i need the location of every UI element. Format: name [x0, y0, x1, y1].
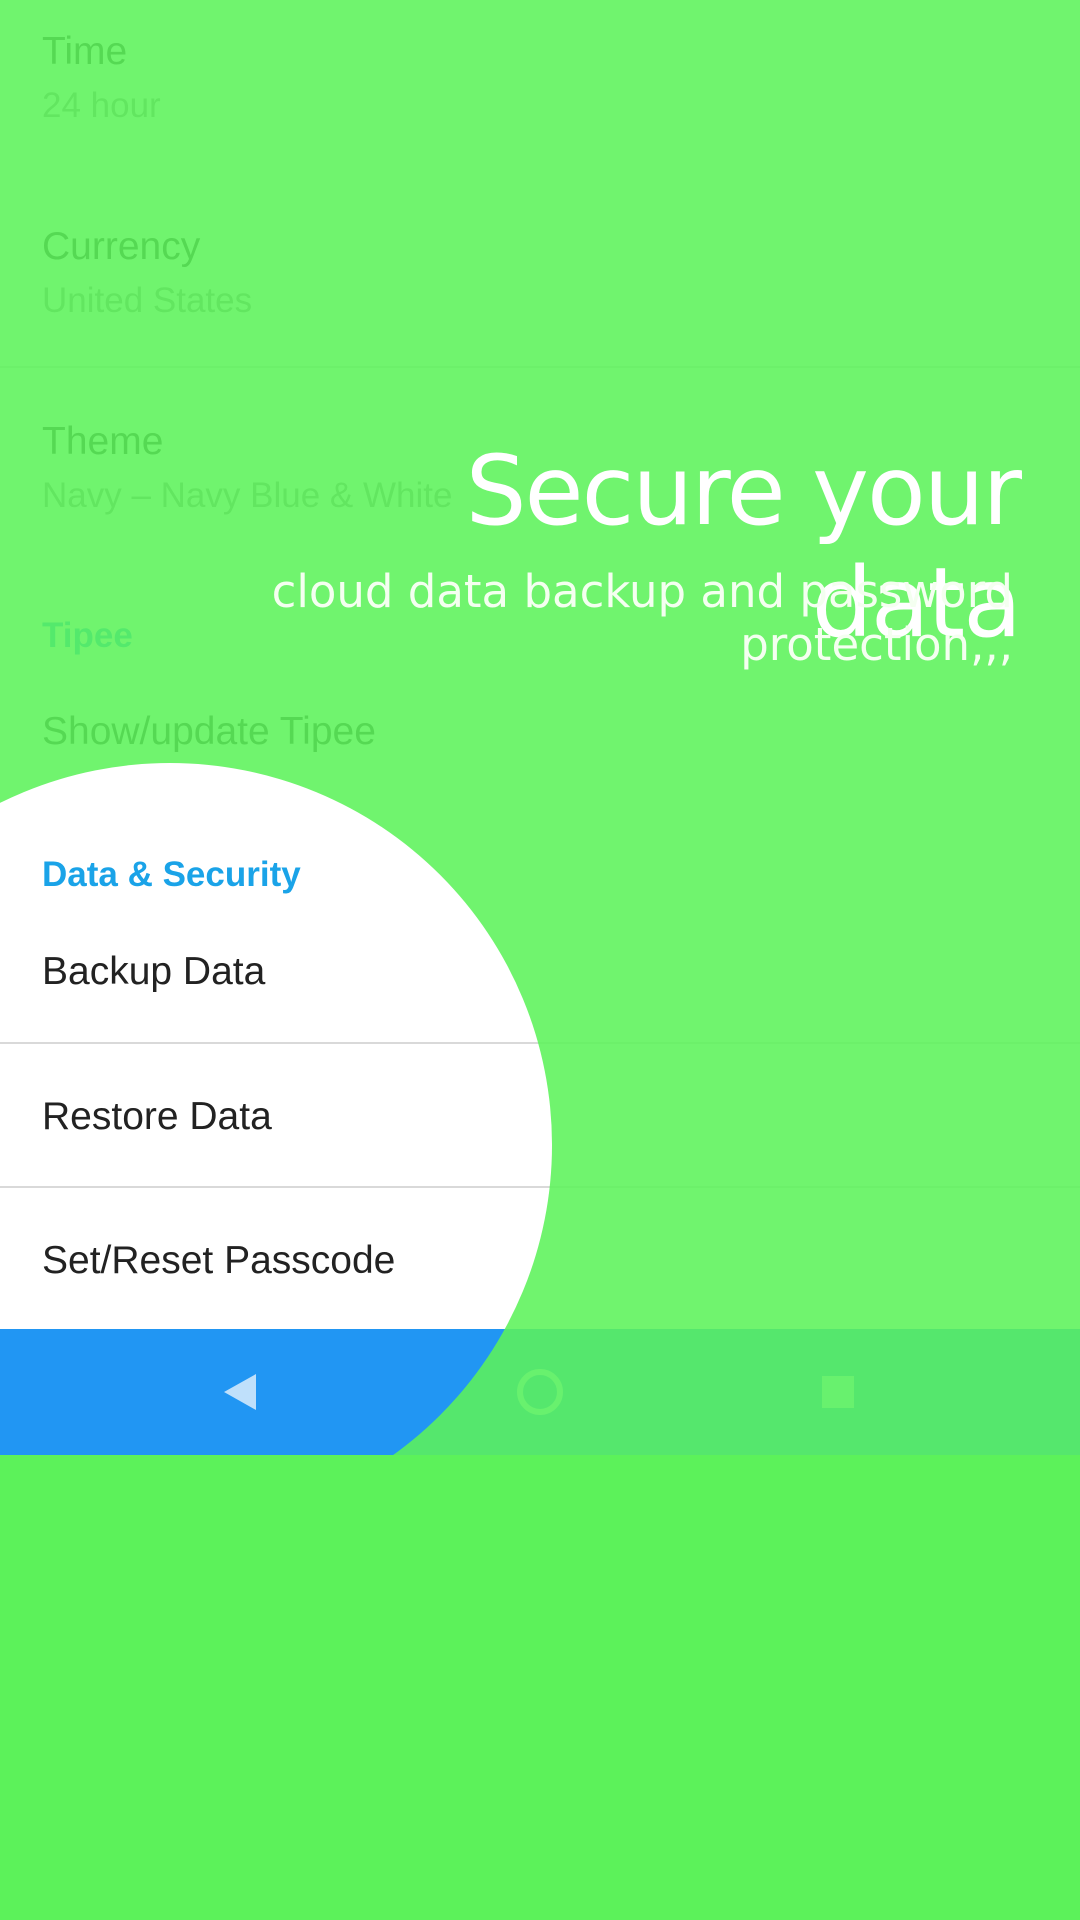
divider [0, 366, 1080, 368]
theme-value: Navy – Navy Blue & White [42, 476, 453, 515]
recents-button[interactable] [778, 1329, 898, 1455]
time-value: 24 hour [42, 86, 161, 125]
currency-title: Currency [42, 225, 201, 268]
back-triangle-icon [224, 1374, 256, 1410]
theme-title: Theme [42, 420, 164, 463]
backup-data-setting[interactable]: Backup Data [0, 920, 1080, 1040]
time-title: Time [42, 30, 128, 73]
home-button[interactable] [480, 1329, 600, 1455]
passcode-title: Set/Reset Passcode [42, 1239, 396, 1282]
theme-setting[interactable]: Theme Navy – Navy Blue & White [0, 390, 1080, 550]
tipee-section-header: Tipee [42, 616, 133, 655]
home-circle-icon [517, 1369, 563, 1415]
divider [0, 1042, 1080, 1044]
tipee-setting[interactable]: Show/update Tipee [0, 680, 1080, 790]
time-setting[interactable]: Time 24 hour [0, 0, 1080, 180]
back-button[interactable] [180, 1329, 300, 1455]
backup-data-title: Backup Data [42, 950, 266, 993]
divider [0, 1186, 1080, 1188]
data-security-section-header: Data & Security [42, 855, 301, 894]
passcode-setting[interactable]: Set/Reset Passcode [0, 1189, 1080, 1329]
recents-square-icon [822, 1376, 854, 1408]
currency-setting[interactable]: Currency United States [0, 195, 1080, 365]
restore-data-setting[interactable]: Restore Data [0, 1045, 1080, 1185]
screen: Time 24 hour Currency United States Them… [0, 0, 1080, 1920]
tipee-title: Show/update Tipee [42, 710, 376, 753]
navigation-bar [0, 1329, 1080, 1455]
settings-screen: Time 24 hour Currency United States Them… [0, 0, 1080, 1455]
restore-data-title: Restore Data [42, 1095, 272, 1138]
currency-value: United States [42, 281, 253, 320]
